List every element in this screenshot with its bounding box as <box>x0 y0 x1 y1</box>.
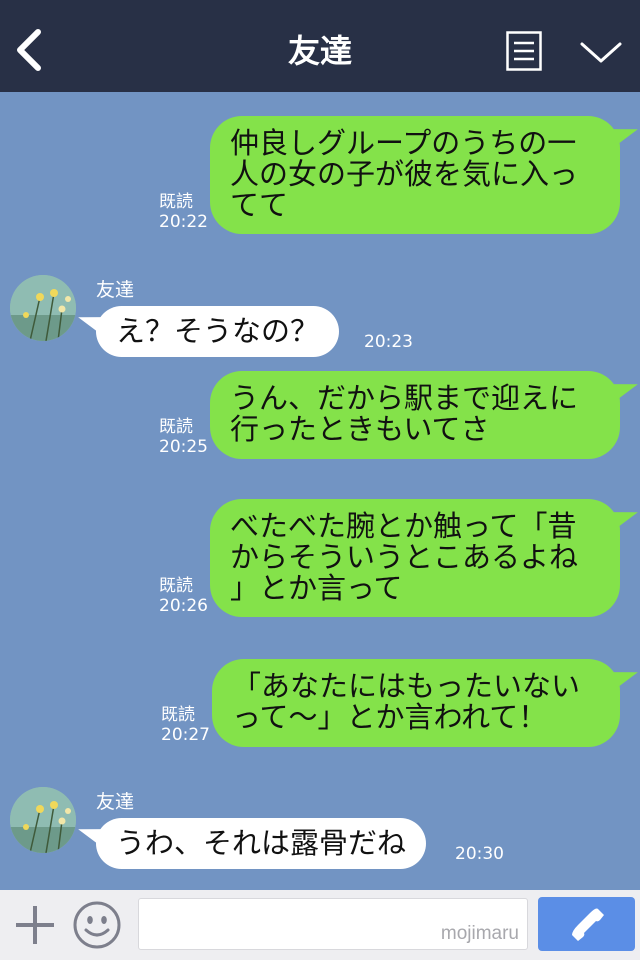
avatar[interactable] <box>10 787 76 853</box>
list-icon <box>506 31 542 71</box>
message-time: 20:26 <box>159 596 208 616</box>
read-receipt: 既読 <box>161 705 195 725</box>
message-time: 20:25 <box>159 437 208 457</box>
message-text: え？そうなの？ <box>116 314 320 348</box>
chat-title: 友達 <box>287 32 352 70</box>
sender-name: 友達 <box>96 791 135 813</box>
message-bubble-outgoing[interactable]: べたべた腕とか触って「昔 からそういうとこあるよね 」とか言って <box>210 499 620 617</box>
message-bubble-incoming[interactable]: うわ、それは露骨だね <box>96 818 427 869</box>
message-line: てて <box>230 188 289 222</box>
message-line: からそういうとこあるよね <box>230 540 579 574</box>
message-meta: 既読 20:25 <box>159 417 208 457</box>
smiley-icon <box>73 901 121 949</box>
message-line: って〜」とか言われて！ <box>232 700 548 734</box>
message-bubble-outgoing[interactable]: うん、だから駅まで迎えに 行ったときもいてさ <box>210 371 620 459</box>
message-time: 20:23 <box>364 332 413 352</box>
plus-icon <box>16 906 54 944</box>
phone-icon <box>572 908 604 941</box>
input-bar: mojimaru <box>0 890 640 960</box>
message-meta: 既読 20:27 <box>161 705 210 745</box>
message-bubble-incoming[interactable]: え？そうなの？ <box>96 306 340 357</box>
emoji-button[interactable] <box>72 900 122 950</box>
avatar-flowers-image <box>10 275 76 341</box>
message-bubble-outgoing[interactable]: 仲良しグループのうちの一 人の女の子が彼を気に入っ てて <box>210 116 620 234</box>
message-line: べたべた腕とか触って「昔 <box>230 509 577 543</box>
message-time: 20:30 <box>455 844 504 864</box>
avatar[interactable] <box>10 275 76 341</box>
collapse-button[interactable] <box>578 36 624 68</box>
header-bar: 友達 <box>0 0 640 92</box>
message-line: 人の女の子が彼を気に入っ <box>230 157 579 191</box>
message-meta: 既読 20:22 <box>159 192 208 232</box>
chat-area[interactable]: 既読 20:22 仲良しグループのうちの一 人の女の子が彼を気に入っ てて 友達… <box>0 92 640 890</box>
avatar-flowers-image <box>10 787 76 853</box>
menu-button[interactable] <box>506 31 542 71</box>
message-meta: 既読 20:26 <box>159 576 208 616</box>
message-line: 仲良しグループのうちの一 <box>230 126 577 160</box>
sender-name: 友達 <box>96 279 135 301</box>
message-line: 「あなたにはもったいない <box>232 669 581 703</box>
call-button[interactable] <box>538 897 635 951</box>
add-button[interactable] <box>14 904 56 946</box>
message-line: うん、だから駅まで迎えに <box>230 381 579 415</box>
message-input[interactable]: mojimaru <box>138 898 528 950</box>
read-receipt: 既読 <box>159 192 193 212</box>
chevron-down-icon <box>580 42 622 63</box>
message-time: 20:22 <box>159 212 208 232</box>
read-receipt: 既読 <box>159 576 193 596</box>
message-line: 」とか言って <box>230 571 403 605</box>
message-line: 行ったときもいてさ <box>230 412 490 446</box>
message-time: 20:27 <box>161 725 210 745</box>
message-bubble-outgoing[interactable]: 「あなたにはもったいない って〜」とか言われて！ <box>212 659 620 747</box>
watermark-text: mojimaru <box>440 923 519 944</box>
message-text: うわ、それは露骨だね <box>116 826 407 860</box>
read-receipt: 既読 <box>159 417 193 437</box>
